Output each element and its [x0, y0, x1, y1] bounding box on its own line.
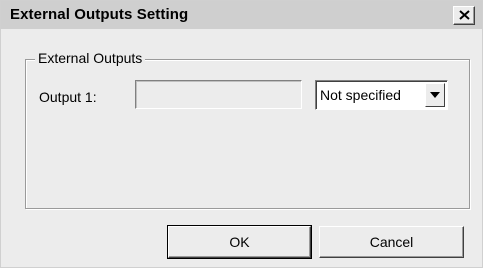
cancel-button[interactable]: Cancel [319, 226, 464, 258]
chevron-down-icon [430, 92, 440, 98]
dropdown-button[interactable] [425, 83, 445, 107]
external-outputs-dialog: External Outputs Setting External Output… [0, 0, 483, 268]
group-legend: External Outputs [35, 50, 146, 66]
output-1-select[interactable]: Not specified [315, 80, 448, 110]
ok-button[interactable]: OK [167, 225, 312, 259]
output-1-label: Output 1: [39, 89, 97, 105]
close-button[interactable] [453, 6, 475, 25]
output-1-select-value: Not specified [320, 87, 401, 103]
output-1-field[interactable] [135, 80, 302, 109]
title-bar[interactable]: External Outputs Setting [1, 1, 482, 29]
window-title: External Outputs Setting [10, 6, 189, 23]
close-icon [459, 10, 470, 20]
